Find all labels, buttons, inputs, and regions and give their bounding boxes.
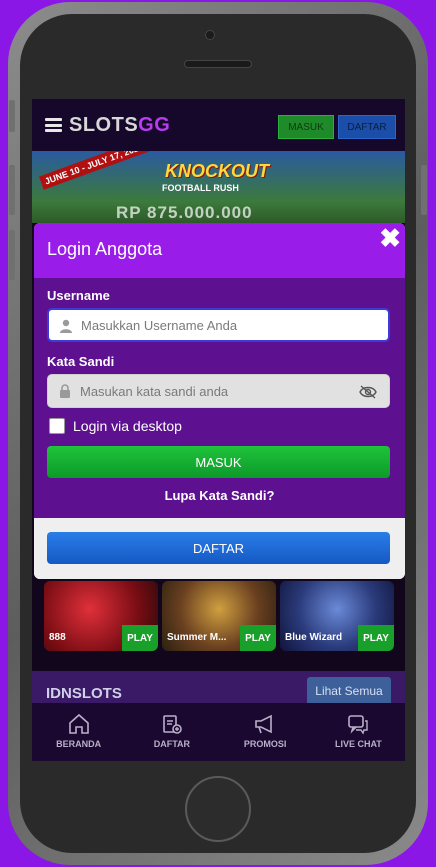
- nav-label: LIVE CHAT: [334, 739, 382, 749]
- promo-banner[interactable]: JUNE 10 - JULY 17, 2021 KNOCKOUT FOOTBAL…: [32, 151, 405, 223]
- game-tile[interactable]: Summer M... PLAY: [162, 581, 276, 651]
- bottom-nav: BERANDA DAFTAR PROMOSI LIVE CHAT: [32, 703, 405, 761]
- register-icon: [163, 715, 182, 734]
- play-button[interactable]: PLAY: [122, 625, 158, 651]
- phone-volume-down: [9, 230, 15, 280]
- username-input[interactable]: Masukkan Username Anda: [47, 308, 390, 342]
- phone-camera: [205, 30, 215, 40]
- password-placeholder: Masukan kata sandi anda: [80, 383, 229, 399]
- desktop-login-label: Login via desktop: [73, 418, 182, 434]
- username-placeholder: Masukkan Username Anda: [81, 317, 238, 333]
- play-button[interactable]: PLAY: [358, 625, 394, 651]
- nav-label: BERANDA: [56, 739, 102, 749]
- app-screen: SLOTSGG MASUK DAFTAR JUNE 10 - JULY 17, …: [32, 99, 405, 761]
- play-button[interactable]: PLAY: [240, 625, 276, 651]
- top-register-button[interactable]: DAFTAR: [338, 115, 396, 139]
- lock-icon: [60, 384, 70, 398]
- banner-subtitle: FOOTBALL RUSH: [162, 183, 239, 193]
- banner-amount: RP 875.000.000: [116, 203, 253, 222]
- home-icon: [68, 713, 89, 734]
- phone-home-button[interactable]: [185, 776, 251, 842]
- megaphone-icon: [255, 714, 272, 734]
- see-all-button[interactable]: Lihat Semua: [307, 677, 391, 705]
- phone-volume-up: [9, 165, 15, 215]
- logo-accent: GG: [138, 114, 171, 136]
- phone-speaker: [184, 60, 252, 68]
- game-tile[interactable]: 888 PLAY: [44, 581, 158, 651]
- nav-live-chat[interactable]: LIVE CHAT: [312, 703, 405, 761]
- modal-title: Login Anggota: [47, 239, 163, 259]
- login-button[interactable]: MASUK: [47, 446, 390, 478]
- game-name: 888: [49, 632, 66, 643]
- menu-icon[interactable]: [45, 118, 62, 132]
- user-icon: [60, 319, 72, 333]
- modal-footer: DAFTAR: [34, 518, 405, 579]
- game-tile[interactable]: Blue Wizard PLAY: [280, 581, 394, 651]
- nav-promotion[interactable]: PROMOSI: [219, 703, 312, 761]
- top-bar: SLOTSGG MASUK DAFTAR: [32, 99, 405, 151]
- banner-date: JUNE 10 - JULY 17, 2021: [38, 151, 150, 190]
- top-login-button[interactable]: MASUK: [278, 115, 334, 139]
- password-label: Kata Sandi: [47, 354, 115, 369]
- logo-text: SLOTS: [69, 114, 139, 136]
- nav-register[interactable]: DAFTAR: [125, 703, 218, 761]
- register-button[interactable]: DAFTAR: [47, 532, 390, 564]
- phone-power-button: [421, 165, 427, 215]
- site-logo[interactable]: SLOTSGG: [69, 114, 170, 137]
- nav-home[interactable]: BERANDA: [32, 703, 125, 761]
- desktop-login-row: Login via desktop: [49, 418, 182, 434]
- section-title: IDNSLOTS: [46, 685, 122, 702]
- eye-off-icon[interactable]: [359, 385, 377, 399]
- nav-label: DAFTAR: [153, 739, 191, 749]
- chat-icon: [348, 715, 369, 735]
- game-name: Summer M...: [167, 632, 227, 643]
- phone-side-button: [9, 100, 15, 132]
- forgot-password-link[interactable]: Lupa Kata Sandi?: [34, 488, 405, 503]
- banner-title: KNOCKOUT: [165, 161, 269, 181]
- username-label: Username: [47, 288, 110, 303]
- modal-body: Username Masukkan Username Anda Kata San…: [34, 278, 405, 518]
- desktop-login-checkbox[interactable]: [49, 418, 65, 434]
- password-input[interactable]: Masukan kata sandi anda: [47, 374, 390, 408]
- game-name: Blue Wizard: [285, 632, 343, 643]
- close-icon[interactable]: ✖: [379, 225, 401, 251]
- login-modal: Login Anggota ✖ Username Masukkan Userna…: [34, 223, 405, 579]
- modal-header: Login Anggota ✖: [34, 223, 405, 278]
- nav-label: PROMOSI: [243, 739, 287, 749]
